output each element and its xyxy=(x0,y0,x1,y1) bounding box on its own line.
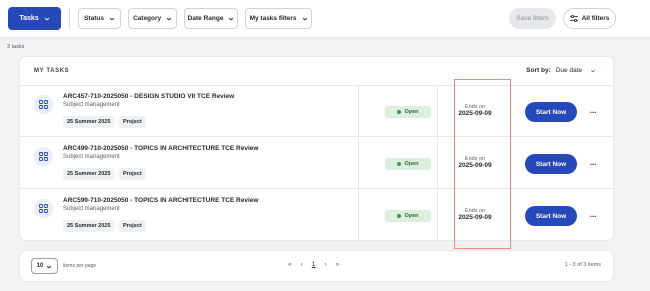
chevron-down-icon: ⌄ xyxy=(227,15,236,22)
term-tag: 25 Summer 2025 xyxy=(63,220,115,232)
chevron-down-icon: ⌄ xyxy=(42,15,51,22)
my-tasks-filters-button[interactable]: My tasks filters ⌄ xyxy=(245,8,312,29)
grid-icon xyxy=(34,147,53,166)
page-range: 1 - 3 of 3 items xyxy=(564,262,601,268)
start-now-button[interactable]: Start Now xyxy=(525,154,577,174)
chevron-down-icon: ⌄ xyxy=(588,67,598,74)
grid-icon xyxy=(34,199,53,218)
task-count: 3 tasks xyxy=(7,44,25,50)
tasks-dropdown-button[interactable]: Tasks ⌄ xyxy=(8,7,61,30)
task-title[interactable]: ARC499-710-2025050 - TOPICS IN ARCHITECT… xyxy=(63,145,258,152)
tasks-label: Tasks xyxy=(19,15,39,22)
status-badge: Open xyxy=(385,158,431,170)
all-filters-label: All filters xyxy=(581,15,610,22)
column-divider xyxy=(358,138,359,189)
date-range-filter-button[interactable]: Date Range ⌄ xyxy=(184,8,238,29)
more-horizontal-icon[interactable]: ··· xyxy=(587,102,599,122)
task-title[interactable]: ARC457-710-2025050 - DESIGN STUDIO VII T… xyxy=(63,93,234,100)
category-filter-label: Category xyxy=(132,15,162,22)
status-dot xyxy=(397,214,402,218)
column-divider xyxy=(437,190,438,241)
start-now-button[interactable]: Start Now xyxy=(525,206,577,226)
my-tasks-filters-label: My tasks filters xyxy=(249,15,297,22)
due-date: Ends on 2025-09-09 xyxy=(440,208,510,221)
per-page-select[interactable]: 10 ⌄ xyxy=(31,258,58,274)
prev-page-icon[interactable]: ‹ xyxy=(301,261,303,268)
column-divider xyxy=(437,138,438,189)
term-tag: 25 Summer 2025 xyxy=(63,168,115,180)
column-divider xyxy=(358,190,359,241)
toolbar-divider xyxy=(69,8,70,29)
task-subtitle: Subject management xyxy=(63,154,120,160)
chevron-down-icon: ⌄ xyxy=(45,262,54,270)
status-filter-button[interactable]: Status ⌄ xyxy=(78,8,121,29)
sort-control[interactable]: Sort by: Due date ⌄ xyxy=(526,67,598,74)
status-dot xyxy=(397,162,402,166)
per-page-value: 10 xyxy=(36,263,44,269)
sort-label: Sort by: xyxy=(526,67,551,74)
chevron-down-icon: ⌄ xyxy=(300,15,309,22)
type-tag: Project xyxy=(119,168,146,180)
status-dot xyxy=(397,110,402,114)
category-filter-button[interactable]: Category ⌄ xyxy=(128,8,177,29)
column-divider xyxy=(437,86,438,137)
status-filter-label: Status xyxy=(84,15,104,22)
task-subtitle: Subject management xyxy=(63,102,120,108)
due-date: Ends on 2025-09-09 xyxy=(440,156,510,169)
more-horizontal-icon[interactable]: ··· xyxy=(587,206,599,226)
start-now-button[interactable]: Start Now xyxy=(525,102,577,122)
save-filters-button[interactable]: Save filters xyxy=(509,8,556,29)
status-label: Open xyxy=(404,161,419,167)
due-date-value: 2025-09-09 xyxy=(458,214,492,221)
current-page[interactable]: 1 xyxy=(312,261,316,268)
due-date: Ends on 2025-09-09 xyxy=(440,104,510,117)
per-page-label: items per page xyxy=(63,263,97,269)
status-label: Open xyxy=(404,213,419,219)
toolbar: Tasks ⌄ Status ⌄ Category ⌄ Date Range ⌄… xyxy=(0,0,650,38)
first-page-icon[interactable]: « xyxy=(288,261,292,268)
task-title[interactable]: ARC599-710-2025050 - TOPICS IN ARCHITECT… xyxy=(63,197,258,204)
chevron-down-icon: ⌄ xyxy=(107,15,117,22)
task-row: ARC499-710-2025050 - TOPICS IN ARCHITECT… xyxy=(20,138,613,189)
card-title: MY TASKS xyxy=(34,68,70,74)
sliders-icon xyxy=(569,15,578,22)
last-page-icon[interactable]: » xyxy=(336,261,340,268)
task-subtitle: Subject management xyxy=(63,206,120,212)
status-badge: Open xyxy=(385,106,431,118)
due-date-value: 2025-09-09 xyxy=(458,110,492,117)
type-tag: Project xyxy=(119,220,146,232)
more-horizontal-icon[interactable]: ··· xyxy=(587,154,599,174)
all-filters-button[interactable]: All filters xyxy=(563,8,616,29)
column-divider xyxy=(358,86,359,137)
pagination-bar: 10 ⌄ items per page « ‹ 1 › » 1 - 3 of 3… xyxy=(20,251,613,281)
grid-icon xyxy=(34,95,53,114)
my-tasks-card: MY TASKS Sort by: Due date ⌄ ARC457-710-… xyxy=(20,57,613,241)
type-tag: Project xyxy=(119,116,146,128)
status-label: Open xyxy=(404,109,419,115)
term-tag: 25 Summer 2025 xyxy=(63,116,115,128)
chevron-down-icon: ⌄ xyxy=(164,15,174,22)
task-row: ARC599-710-2025050 - TOPICS IN ARCHITECT… xyxy=(20,190,613,241)
date-range-filter-label: Date Range xyxy=(187,15,224,22)
due-date-value: 2025-09-09 xyxy=(458,162,492,169)
sort-value: Due date xyxy=(555,67,583,74)
status-badge: Open xyxy=(385,210,431,222)
task-row: ARC457-710-2025050 - DESIGN STUDIO VII T… xyxy=(20,86,613,137)
page-navigation: « ‹ 1 › » xyxy=(288,261,339,268)
next-page-icon[interactable]: › xyxy=(324,261,326,268)
